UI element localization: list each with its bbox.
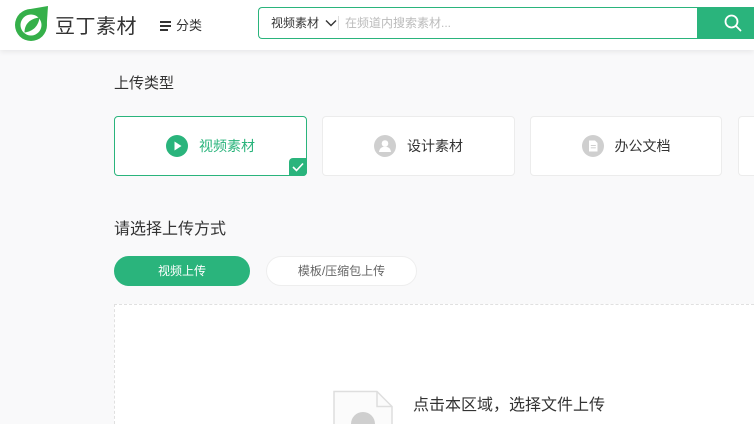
check-icon: [292, 162, 304, 172]
search-button[interactable]: [697, 7, 754, 39]
category-menu-button[interactable]: 分类: [160, 17, 202, 35]
search-scope-dropdown[interactable]: 视频素材: [271, 8, 337, 38]
document-circle-icon: [581, 135, 604, 157]
card-label: 设计素材: [407, 138, 463, 154]
dropzone-prompt[interactable]: 点击本区域，选择文件上传: [413, 396, 605, 416]
chevron-down-icon: [325, 20, 337, 27]
upload-type-card-more[interactable]: [738, 116, 754, 176]
category-label: 分类: [176, 18, 203, 33]
tab-template-archive-upload[interactable]: 模板/压缩包上传: [266, 256, 417, 286]
card-label: 视频素材: [199, 138, 255, 154]
search-input[interactable]: [345, 8, 685, 38]
tab-video-upload[interactable]: 视频上传: [114, 256, 250, 286]
search-box: 视频素材: [258, 7, 697, 39]
upload-type-card-office[interactable]: 办公文档: [530, 116, 722, 176]
menu-icon: [160, 21, 171, 31]
leaf-logo-icon[interactable]: [14, 4, 50, 42]
logo-text[interactable]: 豆丁素材: [55, 14, 137, 40]
search-divider: [338, 16, 339, 30]
upload-type-card-design[interactable]: 设计素材: [322, 116, 515, 176]
file-icon: [333, 390, 393, 424]
search-scope-label: 视频素材: [271, 16, 320, 30]
top-header: 豆丁素材 分类 视频素材: [0, 0, 754, 50]
play-circle-icon: [166, 135, 188, 157]
upload-method-title: 请选择上传方式: [114, 221, 227, 238]
card-label: 办公文档: [614, 138, 671, 154]
selected-check-badge: [289, 158, 307, 176]
upload-type-card-video[interactable]: 视频素材: [114, 116, 307, 176]
search-icon: [724, 14, 742, 32]
upload-type-title: 上传类型: [114, 75, 175, 92]
user-circle-icon: [374, 135, 396, 157]
